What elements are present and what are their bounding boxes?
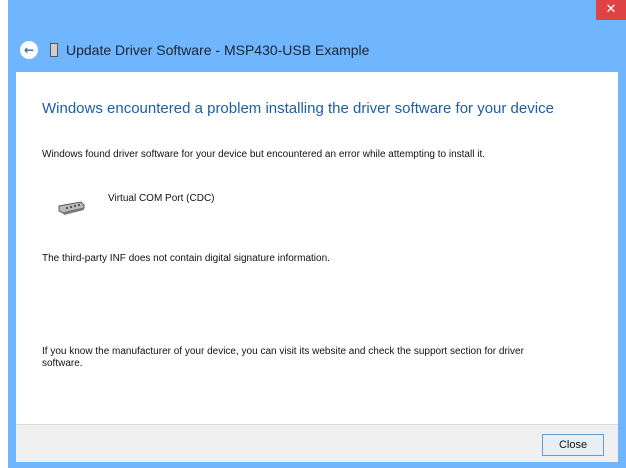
serial-port-icon	[58, 201, 85, 215]
back-arrow-icon[interactable]: ←	[20, 41, 38, 59]
error-heading: Windows encountered a problem installing…	[42, 100, 554, 117]
error-message: Windows found driver software for your d…	[42, 149, 485, 160]
window-title: Update Driver Software - MSP430-USB Exam…	[66, 42, 370, 58]
dialog-frame: ✕ ← Update Driver Software - MSP430-USB …	[8, 0, 626, 468]
dialog-footer: Close	[16, 424, 618, 462]
close-icon[interactable]: ✕	[596, 0, 626, 20]
help-text: If you know the manufacturer of your dev…	[42, 346, 524, 369]
close-button[interactable]: Close	[542, 434, 604, 456]
device-icon	[50, 43, 58, 57]
dialog-content: Windows encountered a problem installing…	[16, 72, 618, 424]
dialog-header: ← Update Driver Software - MSP430-USB Ex…	[8, 28, 626, 72]
error-detail: The third-party INF does not contain dig…	[42, 253, 330, 264]
device-name: Virtual COM Port (CDC)	[108, 193, 215, 204]
